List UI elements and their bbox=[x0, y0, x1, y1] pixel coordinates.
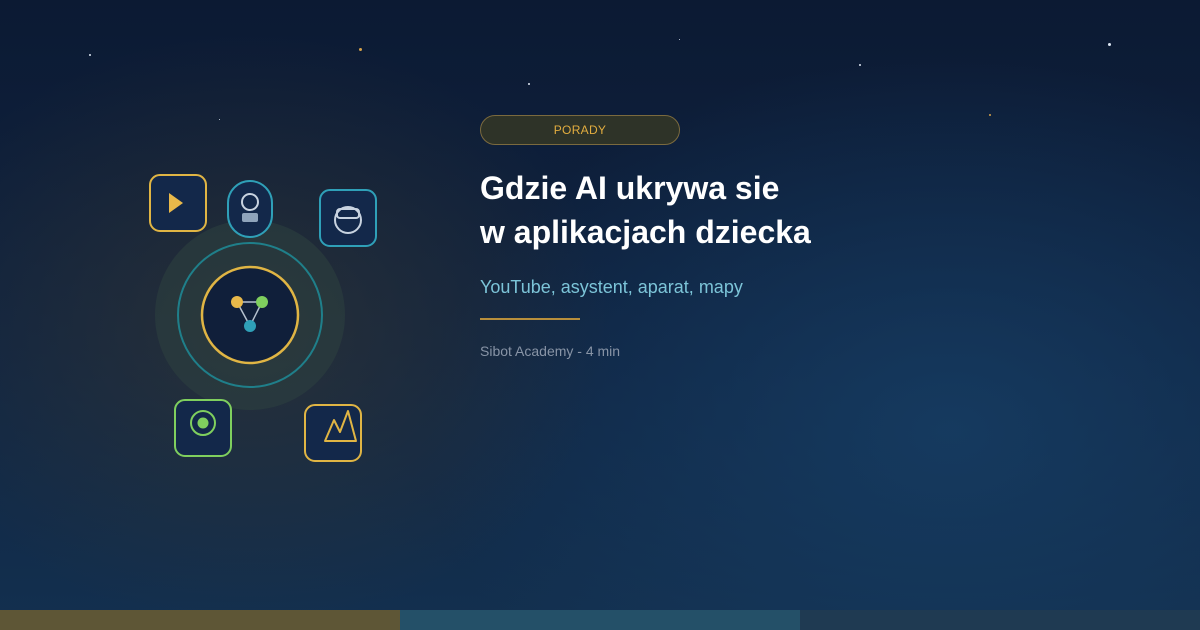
bottom-accent-bar bbox=[0, 610, 1200, 630]
robot-icon bbox=[319, 189, 377, 247]
title-line-2: w aplikacjach dziecka bbox=[480, 214, 811, 250]
play-icon bbox=[149, 174, 207, 232]
map-icon bbox=[304, 404, 362, 462]
avatar-icon bbox=[227, 180, 273, 238]
subtitle: YouTube, asystent, aparat, mapy bbox=[480, 277, 743, 297]
network-icon bbox=[200, 265, 300, 365]
category-badge: PORADY bbox=[480, 115, 680, 145]
star bbox=[1108, 43, 1111, 46]
location-icon bbox=[174, 399, 232, 457]
bottom-bar-segment bbox=[800, 610, 1200, 630]
page-title: Gdzie AI ukrywa sie w aplikacjach dzieck… bbox=[480, 166, 1160, 254]
bottom-bar-segment bbox=[400, 610, 800, 630]
divider bbox=[480, 318, 580, 320]
star bbox=[679, 39, 680, 40]
bottom-bar-segment bbox=[0, 610, 400, 630]
star bbox=[528, 83, 530, 85]
title-line-1: Gdzie AI ukrywa sie bbox=[480, 170, 780, 206]
author-read-time: Sibot Academy - 4 min bbox=[480, 343, 621, 359]
star bbox=[859, 64, 861, 66]
star bbox=[989, 114, 991, 116]
ai-apps-illustration bbox=[149, 174, 377, 462]
